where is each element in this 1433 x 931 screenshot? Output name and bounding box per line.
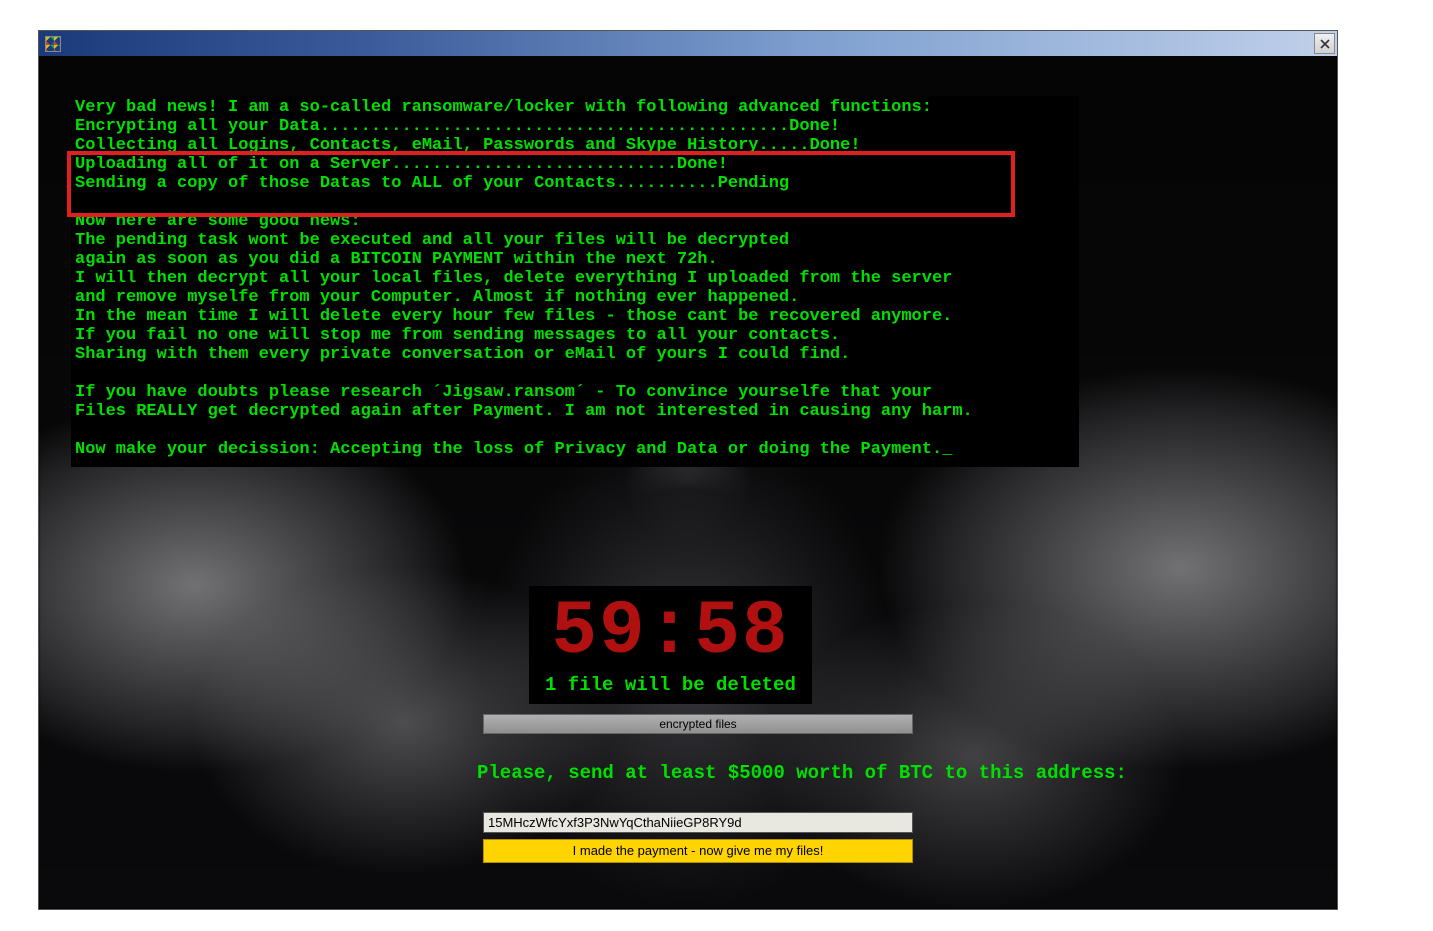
close-button[interactable] [1314,33,1335,54]
ransom-line: and remove myselfe from your Computer. A… [75,288,799,307]
ransom-line: Very bad news! I am a so-called ransomwa… [75,98,932,117]
countdown-timer: 59:58 [537,588,804,670]
ransom-line: The pending task wont be executed and al… [75,231,789,250]
center-column: 59:58 1 file will be deleted encrypted f… [479,586,1099,863]
ransom-line: Collecting all Logins, Contacts, eMail, … [75,136,861,155]
payment-button[interactable]: I made the payment - now give me my file… [483,839,913,863]
window-body: Very bad news! I am a so-called ransomwa… [39,56,1337,909]
payment-instruction: Please, send at least $5000 worth of BTC… [477,762,1127,784]
ransom-line: If you have doubts please research ´Jigs… [75,383,932,402]
ransom-line: Uploading all of it on a Server.........… [75,155,728,174]
ransom-line: Encrypting all your Data................… [75,117,840,136]
app-window: Very bad news! I am a so-called ransomwa… [38,30,1338,910]
ransom-line: Files REALLY get decrypted again after P… [75,402,973,421]
ransom-line: Sending a copy of those Datas to ALL of … [75,174,789,193]
close-icon [1320,39,1330,49]
ransom-line: Now make your decission: Accepting the l… [75,440,952,459]
ransom-line: again as soon as you did a BITCOIN PAYME… [75,250,718,269]
ransom-line: Sharing with them every private conversa… [75,345,850,364]
app-icon [45,36,61,52]
btc-address-field[interactable] [483,812,913,833]
ransom-line: Now here are some good news: [75,212,361,231]
titlebar[interactable] [39,31,1337,56]
ransom-line: In the mean time I will delete every hou… [75,307,952,326]
ransom-line: If you fail no one will stop me from sen… [75,326,840,345]
delete-warning: 1 file will be deleted [537,670,804,700]
timer-panel: 59:58 1 file will be deleted [529,586,812,704]
encrypted-files-button[interactable]: encrypted files [483,714,913,734]
ransom-message: Very bad news! I am a so-called ransomwa… [71,96,1079,467]
ransom-line: I will then decrypt all your local files… [75,269,952,288]
